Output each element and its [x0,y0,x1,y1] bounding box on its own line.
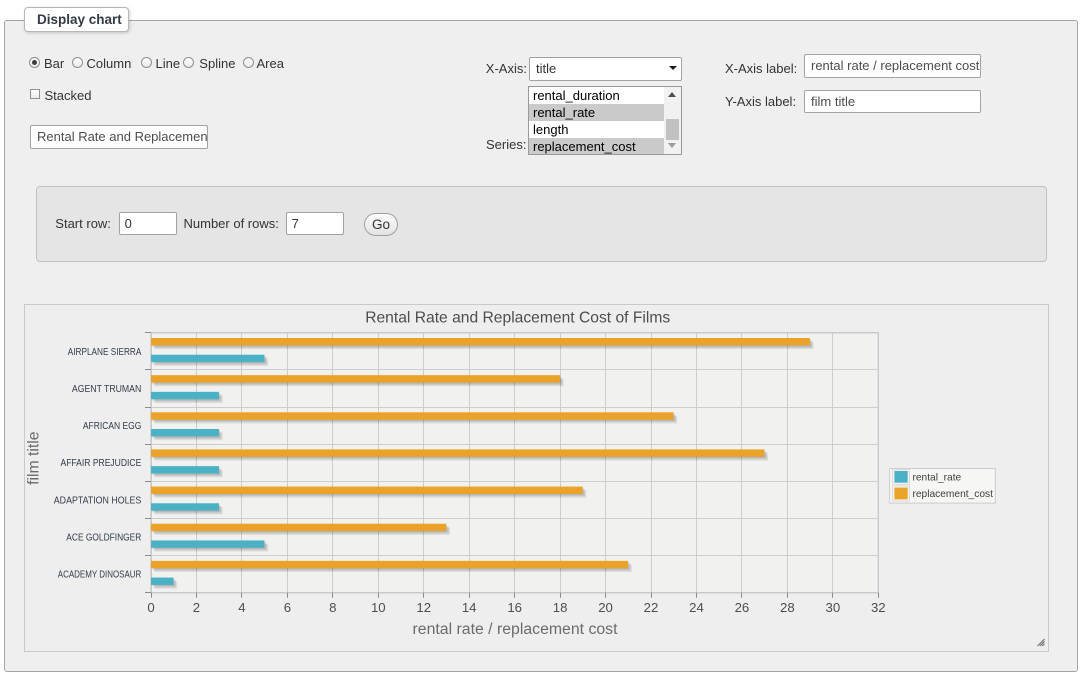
svg-text:Rental Rate and Replacement Co: Rental Rate and Replacement Cost of Film… [365,309,670,326]
svg-text:6: 6 [284,600,291,615]
svg-text:ACADEMY DINOSAUR: ACADEMY DINOSAUR [58,570,142,581]
svg-text:24: 24 [689,600,704,615]
svg-text:32: 32 [871,600,886,615]
svg-text:rental_rate: rental_rate [913,472,962,483]
svg-text:28: 28 [780,600,795,615]
svg-text:AGENT TRUMAN: AGENT TRUMAN [72,384,141,395]
svg-text:12: 12 [416,600,431,615]
svg-text:rental rate / replacement cost: rental rate / replacement cost [413,621,619,638]
svg-text:30: 30 [826,600,841,615]
svg-text:ADAPTATION HOLES: ADAPTATION HOLES [54,495,142,506]
svg-text:8: 8 [329,600,336,615]
svg-text:16: 16 [507,600,522,615]
svg-text:film title: film title [25,431,42,485]
svg-text:26: 26 [735,600,750,615]
svg-text:18: 18 [553,600,568,615]
svg-text:replacement_cost: replacement_cost [913,489,994,500]
svg-text:AFFAIR PREJUDICE: AFFAIR PREJUDICE [61,458,142,469]
svg-text:AIRPLANE SIERRA: AIRPLANE SIERRA [68,347,142,358]
svg-text:0: 0 [147,600,154,615]
svg-text:4: 4 [238,600,245,615]
svg-text:2: 2 [193,600,200,615]
svg-text:AFRICAN EGG: AFRICAN EGG [83,421,141,432]
svg-text:14: 14 [462,600,477,615]
svg-text:20: 20 [598,600,613,615]
svg-text:ACE GOLDFINGER: ACE GOLDFINGER [66,532,141,543]
svg-text:10: 10 [371,600,386,615]
svg-text:22: 22 [644,600,659,615]
